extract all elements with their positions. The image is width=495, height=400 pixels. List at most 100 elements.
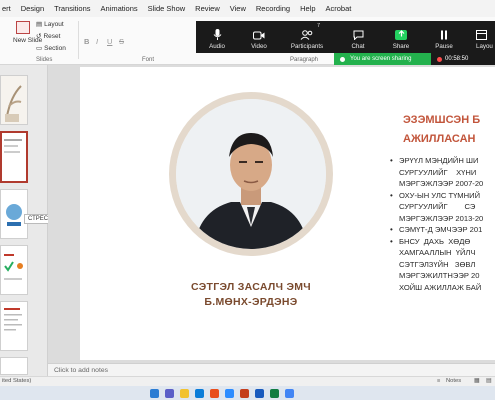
excel-icon[interactable] xyxy=(270,388,279,398)
share-label: Share xyxy=(392,43,410,50)
slide-thumbnail[interactable] xyxy=(0,301,28,351)
pause-icon xyxy=(441,30,447,40)
word-icon[interactable] xyxy=(255,388,264,398)
office-icon[interactable] xyxy=(210,388,219,398)
pause-label: Pause xyxy=(435,43,453,50)
thumbnail-plant-image xyxy=(5,85,22,122)
ribbon-divider xyxy=(78,21,79,59)
menu-review[interactable]: Review xyxy=(195,4,220,13)
notes-toggle-button[interactable]: Notes xyxy=(446,378,461,384)
doctor-name: Б.МӨНХ-ЭРДЭНЭ xyxy=(204,296,298,308)
portrait-photo xyxy=(176,99,326,249)
microphone-icon xyxy=(213,29,221,40)
bullet-item: ОХУ-ЫН УЛС ТҮМНИЙ СУРГУУЛИЙГ СЭ МЭРГЭЖЛЭ… xyxy=(388,190,495,225)
participants-count: 7 xyxy=(317,23,321,29)
bullet-item: СЭМҮТ-Д ЭМЧЭЭР 201 xyxy=(388,224,495,236)
menu-transitions[interactable]: Transitions xyxy=(54,4,90,13)
menu-animations[interactable]: Animations xyxy=(101,4,138,13)
slide-canvas[interactable]: СЭТГЭЛ ЗАСАЛЧ ЭМЧ Б.МӨНХ-ЭРДЭНЭ ЭЗЭМШСЭН… xyxy=(80,67,495,360)
heading-line: ЭЗЭМШСЭН Б xyxy=(403,114,481,126)
bullet-line: МЭРГЭЖИЛТНЭЭР 20 xyxy=(399,271,480,280)
paragraph-group-label: Paragraph xyxy=(290,57,319,63)
participants-label: Participants xyxy=(290,43,324,50)
strikethrough-button[interactable]: S xyxy=(119,37,124,46)
participants-button[interactable]: 7 Participants xyxy=(288,21,326,53)
bold-button[interactable]: B xyxy=(84,37,89,46)
reset-label: Reset xyxy=(43,32,61,40)
thumbnail-list-content xyxy=(4,308,22,331)
chrome-icon[interactable] xyxy=(285,388,294,398)
record-dot-icon xyxy=(437,56,442,62)
section-label: Section xyxy=(44,44,66,52)
new-slide-icon[interactable] xyxy=(16,21,30,34)
doctor-title: СЭТГЭЛ ЗАСАЛЧ ЭМЧ xyxy=(191,281,311,293)
pause-button[interactable]: Pause xyxy=(432,21,456,53)
layout-button[interactable]: ▤ Layout xyxy=(36,20,64,29)
thumbnail-checklist-image xyxy=(4,254,23,280)
notes-input[interactable]: Click to add notes xyxy=(48,363,495,376)
notes-toggle-icon[interactable]: ≡ xyxy=(437,378,440,384)
layout-label: Layout xyxy=(44,20,64,28)
reset-button[interactable]: ↺ Reset xyxy=(36,32,61,41)
slide-thumbnail[interactable] xyxy=(0,75,28,125)
slide-thumbnail[interactable] xyxy=(0,245,28,295)
layout-zoom-button[interactable]: Layou xyxy=(476,21,495,53)
bullet-line: СУРГУУЛИЙГ ХҮНИ xyxy=(399,167,477,177)
menu-design[interactable]: Design xyxy=(21,4,44,13)
menu-view[interactable]: View xyxy=(230,4,246,13)
audio-button[interactable]: Audio xyxy=(204,21,230,53)
slide-heading: ЭЗЭМШСЭН Б АЖИЛЛАСАН xyxy=(403,111,495,149)
slide-sorter-icon[interactable]: ▤ xyxy=(486,378,491,384)
font-group-label: Font xyxy=(142,57,155,63)
powerpoint-icon[interactable] xyxy=(240,388,249,398)
menu-help[interactable]: Help xyxy=(300,4,315,13)
menu-acrobat[interactable]: Acrobat xyxy=(326,4,352,13)
heading-line: АЖИЛЛАСАН xyxy=(403,133,476,145)
edge-icon[interactable] xyxy=(195,388,204,398)
video-camera-icon xyxy=(253,31,265,40)
slide-thumbnail[interactable] xyxy=(0,357,28,375)
slide-editor: СЭТГЭЛ ЗАСАЛЧ ЭМЧ Б.МӨНХ-ЭРДЭНЭ ЭЗЭМШСЭН… xyxy=(48,65,495,363)
bullet-line: МЭРГЭЖЛЭЭР 2007-20 xyxy=(399,179,484,188)
teams-icon[interactable] xyxy=(165,388,174,398)
normal-view-icon[interactable]: ▦ xyxy=(474,378,479,384)
video-button[interactable]: Video xyxy=(246,21,272,53)
meeting-timer: 00:58:50 xyxy=(431,53,495,65)
menu-insert[interactable]: ert xyxy=(2,4,11,13)
section-button[interactable]: ▭ Section xyxy=(36,44,66,53)
chat-button[interactable]: Chat xyxy=(346,21,370,53)
bullet-line: МЭРГЭЖЛЭЭР 2013-20 xyxy=(399,213,484,223)
bullet-line: СУРГУУЛИЙГ СЭ xyxy=(399,202,476,211)
bullet-item: ЭРҮҮЛ МЭНДИЙН ШИ СУРГУУЛИЙГ ХҮНИ МЭРГЭЖЛ… xyxy=(388,155,495,190)
status-bar: ited States) ≡ Notes ▦ ▤ xyxy=(0,376,495,386)
start-icon[interactable] xyxy=(150,388,159,398)
sharing-indicator-icon xyxy=(340,56,345,62)
bullet-line: БНСУ ДАХЬ ХӨДӨ xyxy=(399,236,471,246)
bullet-item: БНСУ ДАХЬ ХӨДӨ ХАМГААЛЛЫН ҮЙЛЧ СЭТГЭЛЗҮЙ… xyxy=(388,236,495,294)
participants-icon xyxy=(300,30,313,40)
bullet-line: СЭТГЭЛЗҮЙН ЗӨВЛ xyxy=(399,259,476,269)
zoom-toolbar: Audio Video 7 Participants Chat Share Pa… xyxy=(196,21,495,53)
chat-label: Chat xyxy=(351,43,365,50)
audio-label: Audio xyxy=(209,43,225,50)
bullet-list: ЭРҮҮЛ МЭНДИЙН ШИ СУРГУУЛИЙГ ХҮНИ МЭРГЭЖЛ… xyxy=(388,155,495,293)
underline-button[interactable]: U xyxy=(107,37,112,46)
menu-slide-show[interactable]: Slide Show xyxy=(148,4,186,13)
bullet-line: ЭРҮҮЛ МЭНДИЙН ШИ xyxy=(399,156,479,165)
language-status: ited States) xyxy=(2,378,32,384)
bullet-line: ОХУ-ЫН УЛС ТҮМНИЙ xyxy=(399,190,481,200)
file-explorer-icon[interactable] xyxy=(180,388,189,398)
portrait-frame xyxy=(169,92,333,256)
timer-text: 00:58:50 xyxy=(445,56,469,62)
share-button[interactable]: Share xyxy=(388,21,414,53)
menu-bar: ert Design Transitions Animations Slide … xyxy=(0,0,495,17)
video-label: Video xyxy=(251,43,267,50)
italic-button[interactable]: I xyxy=(96,37,98,46)
reset-icon: ↺ xyxy=(36,33,42,40)
zoom-icon[interactable] xyxy=(225,388,234,398)
slide-thumbnail-selected[interactable] xyxy=(0,131,28,183)
slides-group-label: Slides xyxy=(36,57,53,63)
bullet-line: СЭМҮТ-Д ЭМЧЭЭР 201 xyxy=(399,225,483,234)
menu-recording[interactable]: Recording xyxy=(256,4,290,13)
layout-grid-icon xyxy=(476,30,487,40)
